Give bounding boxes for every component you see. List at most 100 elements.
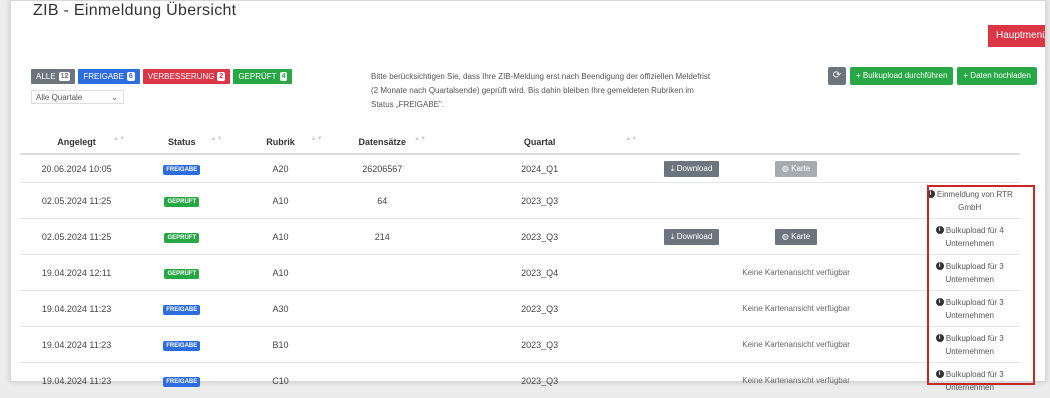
cell-info [919, 154, 1020, 183]
column-header-quartal[interactable]: Quartal▲▼ [434, 131, 645, 154]
cell-spacer [854, 363, 919, 398]
download-label: Download [677, 232, 713, 241]
cell-spacer [854, 219, 919, 255]
sort-icon: ▲▼ [414, 136, 426, 142]
status-badge: FREIGABE [163, 377, 200, 387]
cell-quarter: 2024_Q1 [434, 154, 645, 183]
chevron-down-icon: ⌄ [111, 91, 118, 105]
cell-count: 64 [331, 183, 435, 219]
cell-date: 19.04.2024 12:11 [20, 255, 133, 291]
cell-status: FREIGABE [133, 363, 230, 398]
sort-icon: ▲▼ [625, 136, 637, 142]
cell-karte: Keine Kartenansicht verfügbar [738, 255, 854, 291]
column-header-label: Status [168, 137, 196, 147]
filter-label: GEPRÜFT [238, 69, 276, 84]
cell-karte: ◍ Karte [738, 219, 854, 255]
column-header-angelegt[interactable]: Angelegt▲▼ [20, 131, 133, 154]
quarter-select[interactable]: Alle Quartale ⌄ [31, 90, 124, 104]
column-header-karte [738, 131, 854, 154]
cell-karte: Keine Kartenansicht verfügbar [738, 327, 854, 363]
cell-status: GEPRÜFT [133, 255, 230, 291]
info-text: Bulkupload für 3 Unternehmen [945, 370, 1003, 392]
column-header-status[interactable]: Status ▲▼ [133, 131, 230, 154]
table-header-row: Angelegt▲▼ Status▲▼ Rubrik▲▼ Datensätze▲… [20, 131, 1020, 154]
filter-gepruft-button[interactable]: GEPRÜFT4 [233, 69, 292, 84]
status-badge: FREIGABE [163, 341, 200, 351]
download-button[interactable]: ⤓ Download [664, 161, 719, 177]
map-button[interactable]: ◍ Karte [775, 229, 817, 245]
status-filter-group: ALLE12 FREIGABE 6 VERBESSERUNG2 GEPRÜFT4 [31, 69, 292, 84]
table-row: 19.04.2024 11:23 FREIGABE A30 2023_Q3 Ke… [20, 291, 1020, 327]
no-map-text: Keine Kartenansicht verfügbar [738, 374, 854, 387]
cell-count [331, 255, 435, 291]
cell-date: 02.05.2024 11:25 [20, 219, 133, 255]
table-row: 02.05.2024 11:25 GEPRÜFT A10 64 2023_Q3 … [20, 183, 1020, 219]
info-icon: i [927, 190, 935, 198]
map-label: Karte [791, 232, 810, 241]
cell-count [331, 363, 435, 398]
cell-info: i Bulkupload für 3 Unternehmen [919, 363, 1020, 398]
cell-rubrik: B10 [230, 327, 330, 363]
column-header-info [919, 131, 1020, 154]
info-text: Bulkupload für 4 Unternehmen [945, 226, 1003, 248]
cell-info: i Bulkupload für 3 Unternehmen [919, 291, 1020, 327]
column-header-rubrik[interactable]: Rubrik▲▼ [230, 131, 330, 154]
column-header-label: Datensätze [359, 137, 407, 147]
sort-icon: ▲▼ [113, 136, 125, 142]
cell-download [645, 183, 738, 219]
info-icon: i [936, 298, 944, 306]
cell-date: 20.06.2024 10:05 [20, 154, 133, 183]
refresh-icon[interactable]: ⟳ [828, 67, 846, 85]
sort-icon: ▲▼ [211, 136, 223, 142]
no-map-text: Keine Kartenansicht verfügbar [738, 302, 854, 315]
cell-status: GEPRÜFT [133, 219, 230, 255]
cell-download: ⤓ Download [645, 219, 738, 255]
cell-spacer [854, 183, 919, 219]
cell-info: i Bulkupload für 3 Unternehmen [919, 255, 1020, 291]
table-row: 19.04.2024 11:23 FREIGABE B10 2023_Q3 Ke… [20, 327, 1020, 363]
main-menu-button[interactable]: Hauptmenü [988, 25, 1046, 47]
download-button[interactable]: ⤓ Download [664, 229, 719, 245]
cell-rubrik: A10 [230, 219, 330, 255]
table-row: 20.06.2024 10:05 FREIGABE A20 26206567 2… [20, 154, 1020, 183]
filter-freigabe-button[interactable]: FREIGABE 6 [78, 69, 139, 84]
cell-quarter: 2023_Q3 [434, 327, 645, 363]
cell-date: 02.05.2024 11:25 [20, 183, 133, 219]
filter-label: FREIGABE [83, 69, 123, 84]
map-label: Karte [791, 164, 810, 173]
map-button[interactable]: ◍ Karte [775, 161, 817, 177]
cell-spacer [854, 255, 919, 291]
column-header-datensaetze[interactable]: Datensätze ▲▼ [331, 131, 435, 154]
deadline-notice: Bitte berücksichtigen Sie, dass Ihre ZIB… [371, 70, 711, 112]
filter-all-button[interactable]: ALLE12 [31, 69, 75, 84]
status-badge: GEPRÜFT [164, 269, 199, 279]
table-row: 19.04.2024 11:23 FREIGABE C10 2023_Q3 Ke… [20, 363, 1020, 398]
column-header-label: Rubrik [266, 137, 295, 147]
cell-info: i Bulkupload für 4 Unternehmen [919, 219, 1020, 255]
cell-date: 19.04.2024 11:23 [20, 363, 133, 398]
cell-quarter: 2023_Q4 [434, 255, 645, 291]
cell-download [645, 363, 738, 398]
upload-data-button[interactable]: + Daten hochladen [957, 67, 1036, 85]
filter-verbesserung-button[interactable]: VERBESSERUNG2 [143, 69, 231, 84]
submissions-table: Angelegt▲▼ Status▲▼ Rubrik▲▼ Datensätze▲… [20, 131, 1020, 398]
cell-count [331, 291, 435, 327]
bulk-upload-button[interactable]: + Bulkupload durchführen [850, 67, 953, 85]
table-row: 02.05.2024 11:25 GEPRÜFT A10 214 2023_Q3… [20, 219, 1020, 255]
table-row: 19.04.2024 12:11 GEPRÜFT A10 2023_Q4 Kei… [20, 255, 1020, 291]
filter-count-badge: 6 [127, 72, 135, 81]
cell-spacer [854, 327, 919, 363]
column-header-download [645, 131, 738, 154]
info-icon: i [936, 262, 944, 270]
cell-download [645, 291, 738, 327]
filter-label: VERBESSERUNG [148, 69, 215, 84]
quarter-select-value: Alle Quartale [36, 93, 82, 102]
cell-karte: ◍ Karte [738, 154, 854, 183]
cell-rubrik: A20 [230, 154, 330, 183]
cell-date: 19.04.2024 11:23 [20, 291, 133, 327]
cell-download: ⤓ Download [645, 154, 738, 183]
no-map-text: Keine Kartenansicht verfügbar [738, 338, 854, 351]
filter-count-badge: 2 [217, 72, 225, 81]
info-icon: i [936, 370, 944, 378]
cell-status: FREIGABE [133, 291, 230, 327]
